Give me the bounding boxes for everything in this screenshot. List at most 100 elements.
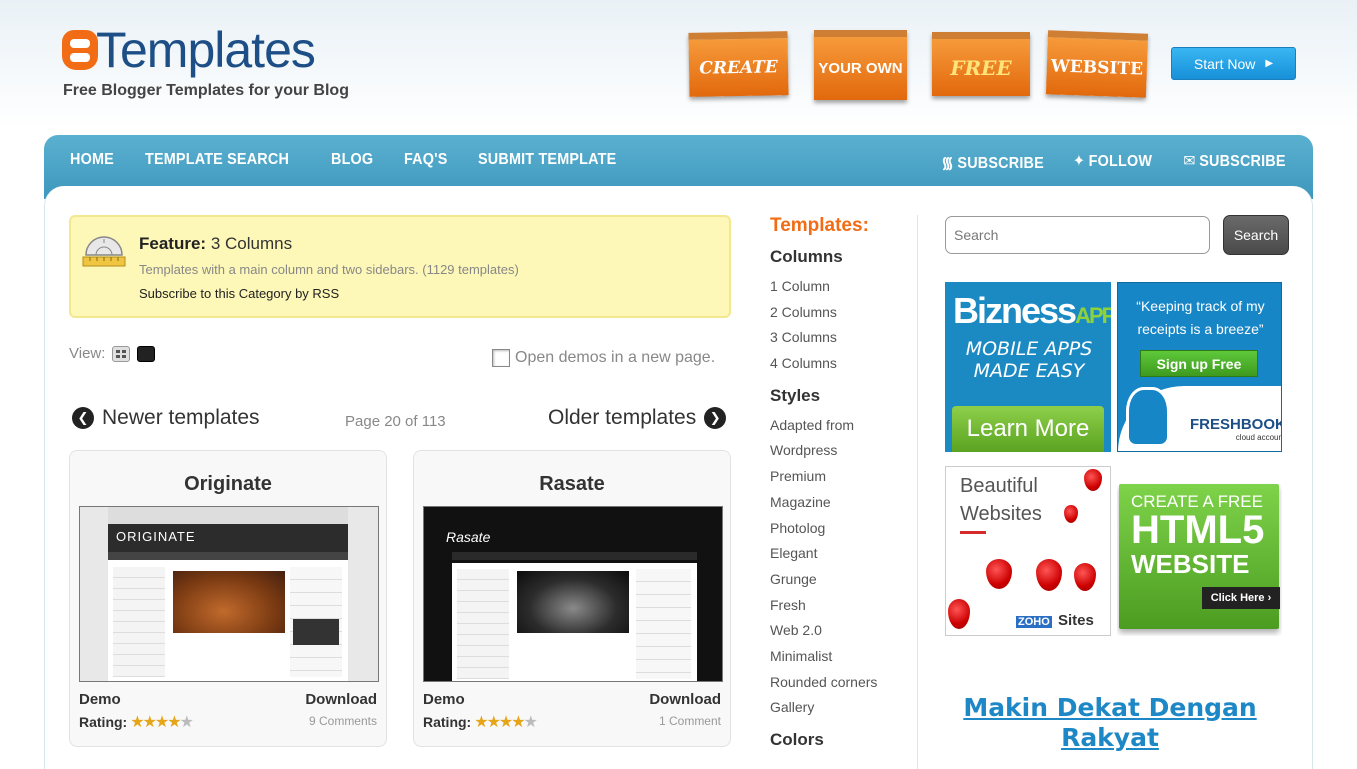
styles-heading: Styles (770, 385, 821, 405)
style-web-2[interactable]: Web 2.0 (770, 621, 910, 647)
ad-bizness-apps[interactable]: BiznessAPPS MOBILE APPS MADE EASY Learn … (945, 282, 1111, 452)
thumb-video (293, 619, 339, 645)
comments-count[interactable]: 1 Comment (659, 714, 721, 728)
search-button[interactable]: Search (1223, 215, 1289, 255)
feature-value: 3 Columns (210, 234, 293, 253)
page-indicator: Page 20 of 113 (345, 413, 446, 430)
thumb-title: ORIGINATE (116, 529, 196, 544)
style-elegant[interactable]: Elegant (770, 544, 910, 570)
nav-home[interactable]: HOME (70, 151, 114, 169)
arrow-left-icon: ❮ (72, 407, 94, 429)
older-templates-label: Older templates (548, 406, 697, 429)
list-view-icon[interactable] (137, 345, 156, 362)
nav-email-subscribe[interactable]: ✉ SUBSCRIBE (1184, 151, 1286, 173)
play-arrow-icon: ▶ (1265, 58, 1274, 69)
category-2-columns[interactable]: 2 Columns (770, 303, 910, 329)
promo-your-own[interactable]: YOUR OWN (814, 30, 907, 100)
template-thumbnail[interactable]: ORIGINATE (79, 506, 379, 682)
thumb-title: Rasate (446, 529, 491, 545)
newer-templates-link[interactable]: ❮ Newer templates (72, 406, 260, 430)
twitter-icon: ✦ (1073, 153, 1086, 170)
open-demos-checkbox[interactable] (492, 349, 510, 367)
promo-website[interactable]: WEBSITE (1045, 30, 1149, 98)
thumb-sidebar-left (113, 567, 165, 677)
style-photolog[interactable]: Photolog (770, 519, 910, 545)
older-templates-link[interactable]: Older templates ❯ (548, 406, 727, 430)
click-here-button[interactable]: Click Here › (1202, 587, 1280, 609)
nav-submit-template[interactable]: SUBMIT TEMPLATE (478, 151, 616, 169)
ad-zoho-sites[interactable]: Beautiful Websites ZOHO Sites (945, 466, 1111, 636)
style-rounded-corners[interactable]: Rounded corners (770, 673, 910, 699)
search-input[interactable] (945, 216, 1210, 254)
ad-freshbooks[interactable]: “Keeping track of my receipts is a breez… (1117, 282, 1282, 452)
download-link[interactable]: Download (305, 691, 377, 708)
style-magazine[interactable]: Magazine (770, 493, 910, 519)
promo-free[interactable]: FREE (932, 32, 1030, 96)
rating-stars-icon[interactable]: ★★★★★ (130, 712, 194, 732)
freshbooks-logo-sub: cloud accounting (1235, 433, 1281, 442)
style-wordpress[interactable]: Wordpress (770, 441, 910, 467)
nav-twitter-follow[interactable]: ✦ FOLLOW (1073, 151, 1152, 173)
style-premium[interactable]: Premium (770, 467, 910, 493)
site-tagline: Free Blogger Templates for your Blog (63, 82, 349, 99)
grid-view-icon[interactable] (112, 345, 131, 362)
style-adapted-from[interactable]: Adapted from (770, 416, 910, 442)
learn-more-button[interactable]: Learn More (952, 406, 1104, 452)
nav-template-search[interactable]: TEMPLATE SEARCH (145, 151, 289, 169)
ad-html5-website[interactable]: CREATE A FREE HTML5 WEBSITE Click Here › (1117, 466, 1282, 636)
download-link[interactable]: Download (649, 691, 721, 708)
nav-faqs[interactable]: FAQ'S (404, 151, 448, 169)
sign-up-free-button[interactable]: Sign up Free (1140, 350, 1258, 377)
view-switcher: View: (69, 345, 156, 362)
colors-heading: Colors (770, 730, 824, 749)
category-3-columns[interactable]: 3 Columns (770, 328, 910, 354)
category-1-column[interactable]: 1 Column (770, 277, 910, 303)
nav-email-label: SUBSCRIBE (1199, 153, 1286, 170)
comments-count[interactable]: 9 Comments (309, 714, 377, 728)
open-demos-option[interactable]: Open demos in a new page. (492, 349, 715, 367)
rss-icon: ᯾ (941, 155, 955, 172)
zoho-headline: Beautiful Websites (960, 475, 1042, 525)
template-card: Originate ORIGINATE Demo Download Rating… (69, 450, 387, 747)
site-logo[interactable]: Templates (62, 22, 316, 78)
strawberry-icon (948, 599, 970, 629)
feature-description: Templates with a main column and two sid… (139, 262, 519, 277)
demo-link[interactable]: Demo (79, 691, 121, 708)
template-name[interactable]: Originate (70, 473, 386, 496)
strawberry-icon (1036, 559, 1062, 591)
feature-title: Feature: 3 Columns (139, 234, 292, 254)
freshbooks-quote: “Keeping track of my receipts is a breez… (1136, 298, 1265, 337)
strawberry-icon (1084, 469, 1102, 491)
template-name[interactable]: Rasate (414, 473, 730, 496)
thumb-nav (452, 552, 697, 560)
view-label: View: (69, 345, 106, 362)
start-now-button[interactable]: Start Now ▶ (1171, 47, 1296, 80)
columns-heading: Columns (770, 247, 843, 266)
bizness-tagline: MOBILE APPS MADE EASY (965, 338, 1093, 382)
category-rss-link[interactable]: Subscribe to this Category by RSS (139, 286, 339, 301)
strawberry-icon (986, 559, 1012, 589)
style-fresh[interactable]: Fresh (770, 596, 910, 622)
style-minimalist[interactable]: Minimalist (770, 647, 910, 673)
thumb-sidebar-left (457, 569, 509, 679)
style-gallery[interactable]: Gallery (770, 698, 910, 724)
article-title-link[interactable]: Makin Dekat Dengan Rakyat (945, 693, 1275, 753)
categories-heading: Templates: (770, 215, 869, 236)
category-4-columns[interactable]: 4 Columns (770, 354, 910, 380)
promo-create[interactable]: CREATE (688, 31, 789, 97)
rating-label: Rating: (79, 714, 128, 730)
template-rating: Rating: ★★★★★ (423, 712, 538, 732)
template-thumbnail[interactable]: Rasate (423, 506, 723, 682)
html5-line3: WEBSITE (1131, 549, 1250, 579)
freshbooks-mascot-icon (1126, 387, 1170, 447)
style-grunge[interactable]: Grunge (770, 570, 910, 596)
rating-stars-icon[interactable]: ★★★★★ (474, 712, 538, 732)
bizness-logo: BiznessAPPS (953, 290, 1111, 332)
zoho-underline (960, 531, 986, 534)
nav-blog[interactable]: BLOG (331, 151, 373, 169)
zoho-product: Sites (1057, 612, 1094, 629)
strawberry-icon (1074, 563, 1096, 591)
feature-label: Feature: (139, 234, 207, 253)
nav-rss-subscribe[interactable]: ᯾ SUBSCRIBE (942, 151, 1044, 173)
demo-link[interactable]: Demo (423, 691, 465, 708)
